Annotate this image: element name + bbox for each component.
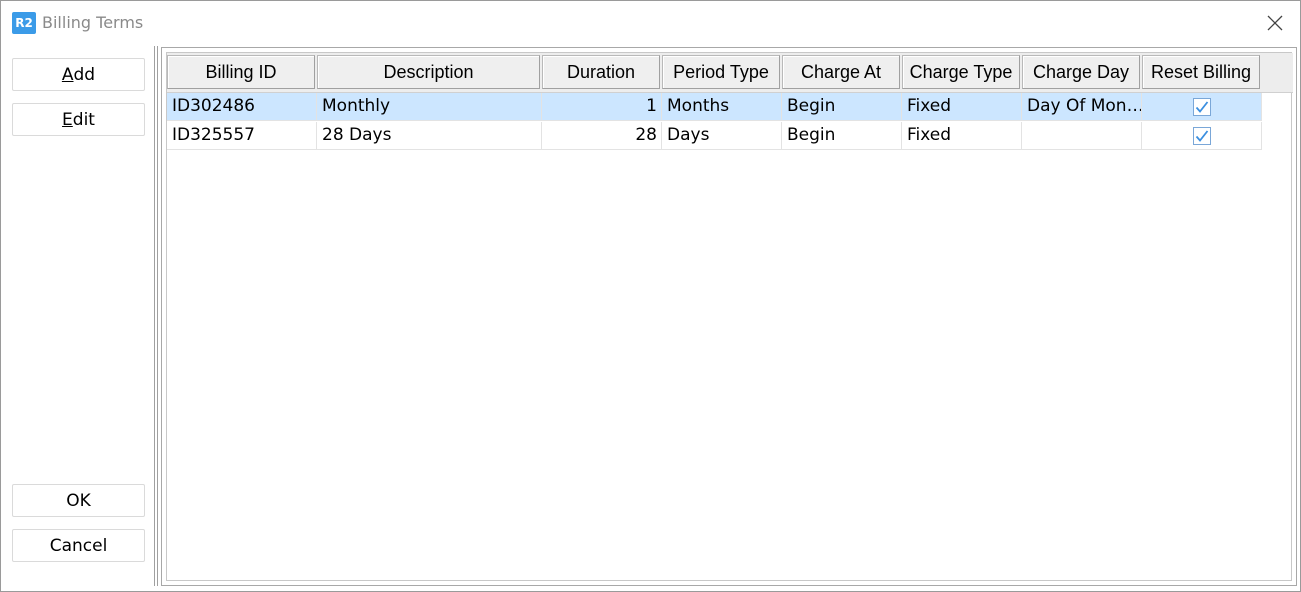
- add-label: dd: [73, 64, 96, 85]
- add-mnemonic: A: [61, 64, 74, 85]
- column-header-period-type[interactable]: Period Type: [662, 55, 780, 89]
- table-row[interactable]: ID325557 28 Days 28 Days Begin Fixed: [167, 122, 1262, 150]
- billing-terms-grid-frame: Billing ID Description Duration Period T…: [161, 47, 1297, 586]
- edit-label: dit: [72, 109, 95, 130]
- reset-billing-checkbox[interactable]: [1192, 126, 1211, 145]
- column-header-charge-at[interactable]: Charge At: [782, 55, 900, 89]
- column-header-charge-type[interactable]: Charge Type: [902, 55, 1020, 89]
- action-panel: Add Edit OK Cancel: [1, 46, 158, 586]
- description-cell: Monthly: [317, 93, 542, 121]
- duration-cell: 1: [542, 93, 662, 121]
- ok-button[interactable]: OK: [12, 484, 145, 517]
- charge-day-cell: Day Of Mon…: [1022, 93, 1142, 121]
- cancel-button[interactable]: Cancel: [12, 529, 145, 562]
- reset-billing-cell: [1142, 93, 1262, 121]
- close-icon[interactable]: [1265, 13, 1285, 33]
- charge-type-cell: Fixed: [902, 122, 1022, 150]
- edit-mnemonic: E: [62, 109, 73, 130]
- reset-billing-checkbox[interactable]: [1192, 97, 1211, 116]
- description-cell: 28 Days: [317, 122, 542, 150]
- charge-at-cell: Begin: [782, 93, 902, 121]
- billing-id-cell: ID302486: [167, 93, 317, 121]
- duration-cell: 28: [542, 122, 662, 150]
- add-button[interactable]: Add: [12, 58, 145, 91]
- app-logo-icon: R2: [12, 12, 36, 34]
- billing-id-cell: ID325557: [167, 122, 317, 150]
- column-header-description[interactable]: Description: [317, 55, 540, 89]
- reset-billing-cell: [1142, 122, 1262, 150]
- table-row[interactable]: ID302486 Monthly 1 Months Begin Fixed Da…: [167, 93, 1262, 121]
- charge-at-cell: Begin: [782, 122, 902, 150]
- column-header-reset-billing[interactable]: Reset Billing: [1142, 55, 1260, 89]
- grid-header: Billing ID Description Duration Period T…: [167, 53, 1293, 93]
- window-title: Billing Terms: [42, 13, 144, 32]
- checkmark-icon: [1195, 129, 1208, 142]
- billing-terms-grid[interactable]: Billing ID Description Duration Period T…: [166, 52, 1293, 581]
- column-header-duration[interactable]: Duration: [542, 55, 660, 89]
- edit-button[interactable]: Edit: [12, 103, 145, 136]
- billing-terms-window: R2 Billing Terms Add Edit OK Cancel Bill…: [0, 0, 1301, 592]
- period-type-cell: Days: [662, 122, 782, 150]
- column-header-charge-day[interactable]: Charge Day: [1022, 55, 1140, 89]
- period-type-cell: Months: [662, 93, 782, 121]
- charge-type-cell: Fixed: [902, 93, 1022, 121]
- column-header-billing-id[interactable]: Billing ID: [167, 55, 315, 89]
- title-bar: R2 Billing Terms: [1, 1, 1300, 45]
- checkmark-icon: [1195, 100, 1208, 113]
- charge-day-cell: [1022, 122, 1142, 150]
